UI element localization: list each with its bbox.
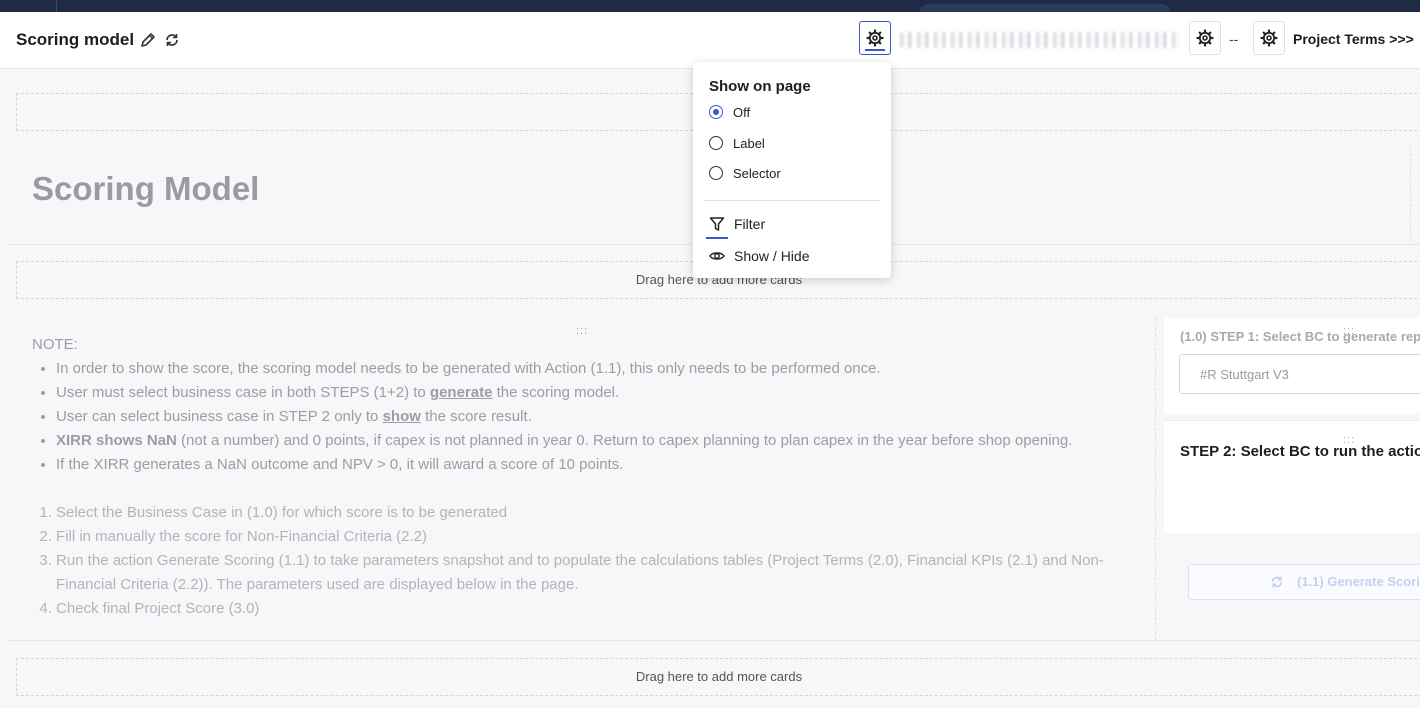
filter-menu-item[interactable]: Filter <box>709 214 765 234</box>
radio-label: Label <box>733 135 765 151</box>
note-bullets: In order to show the score, the scoring … <box>32 357 1142 477</box>
popup-divider <box>703 200 881 201</box>
step2-card: STEP 2: Select BC to run the actio <box>1164 420 1420 533</box>
settings-button-project-terms[interactable] <box>1253 21 1285 55</box>
column-divider <box>1155 318 1157 640</box>
radio-off[interactable]: Off <box>709 102 750 122</box>
generate-scoring-label: (1.1) Generate Scori <box>1297 574 1420 589</box>
gear-icon <box>866 29 884 47</box>
eye-icon <box>709 252 725 260</box>
popup-title: Show on page <box>709 78 811 95</box>
business-case-selector[interactable]: #R Stuttgart V3 <box>1179 354 1420 394</box>
radio-label: Selector <box>733 165 781 181</box>
note-bullet: User can select business case in STEP 2 … <box>56 405 1142 429</box>
top-nav-strip <box>0 0 1420 12</box>
radio-unchecked-icon <box>709 136 723 150</box>
step1-label: (1.0) STEP 1: Select BC to generate rep <box>1180 329 1420 344</box>
dropzone-text: Drag here to add more cards <box>635 669 803 684</box>
note-steps: Select the Business Case in (1.0) for wh… <box>32 501 1142 621</box>
dropzone-bottom[interactable]: Drag here to add more cards <box>16 658 1420 696</box>
radio-unchecked-icon <box>709 166 723 180</box>
radio-selector-option[interactable]: Selector <box>709 163 781 183</box>
pencil-icon[interactable] <box>139 31 157 49</box>
step2-label: STEP 2: Select BC to run the actio <box>1180 443 1420 460</box>
settings-button[interactable] <box>1189 21 1221 55</box>
drag-handle[interactable]: ::: <box>1343 434 1355 446</box>
note-title: NOTE: <box>32 336 78 353</box>
blurred-toolbar-items <box>900 32 1180 48</box>
filter-label: Filter <box>734 216 766 232</box>
project-terms-link[interactable]: Project Terms >>> <box>1293 31 1414 47</box>
top-nav-divider <box>56 0 57 12</box>
business-case-value: #R Stuttgart V3 <box>1200 367 1289 382</box>
gear-icon <box>1260 29 1278 47</box>
refresh-icon[interactable] <box>163 31 181 49</box>
note-step: Fill in manually the score for Non-Finan… <box>56 525 1142 549</box>
section-divider <box>8 640 1420 641</box>
filter-icon <box>709 217 725 231</box>
filter-active-underline <box>706 237 728 239</box>
note-step: Select the Business Case in (1.0) for wh… <box>56 501 1142 525</box>
page-header: Scoring model -- Project Terms >>> <box>0 12 1420 69</box>
radio-checked-icon <box>709 105 723 119</box>
refresh-icon <box>1271 576 1283 588</box>
settings-button-active[interactable] <box>859 21 891 55</box>
generate-scoring-button[interactable]: (1.1) Generate Scori <box>1188 564 1420 600</box>
note-bullet: If the XIRR generates a NaN outcome and … <box>56 453 1142 477</box>
note-bullet: In order to show the score, the scoring … <box>56 357 1142 381</box>
radio-label-option[interactable]: Label <box>709 133 765 153</box>
radio-label: Off <box>733 104 751 120</box>
note-step: Check final Project Score (3.0) <box>56 597 1142 621</box>
show-hide-menu-item[interactable]: Show / Hide <box>709 246 809 266</box>
note-bullet: XIRR shows NaN (not a number) and 0 poin… <box>56 429 1142 453</box>
show-on-page-popup: Show on page Off Label Selector Filter S… <box>693 62 891 278</box>
section-title: Scoring Model <box>32 170 260 207</box>
note-bullet: User must select business case in both S… <box>56 381 1142 405</box>
note-card: NOTE: In order to show the score, the sc… <box>32 333 1142 621</box>
separator-dash: -- <box>1229 31 1239 47</box>
note-step: Run the action Generate Scoring (1.1) to… <box>56 549 1142 597</box>
page-title: Scoring model <box>16 30 135 49</box>
top-nav-tab[interactable] <box>920 4 1170 12</box>
show-hide-label: Show / Hide <box>734 248 810 264</box>
gear-icon <box>1196 29 1214 47</box>
card-edge <box>1410 148 1412 242</box>
